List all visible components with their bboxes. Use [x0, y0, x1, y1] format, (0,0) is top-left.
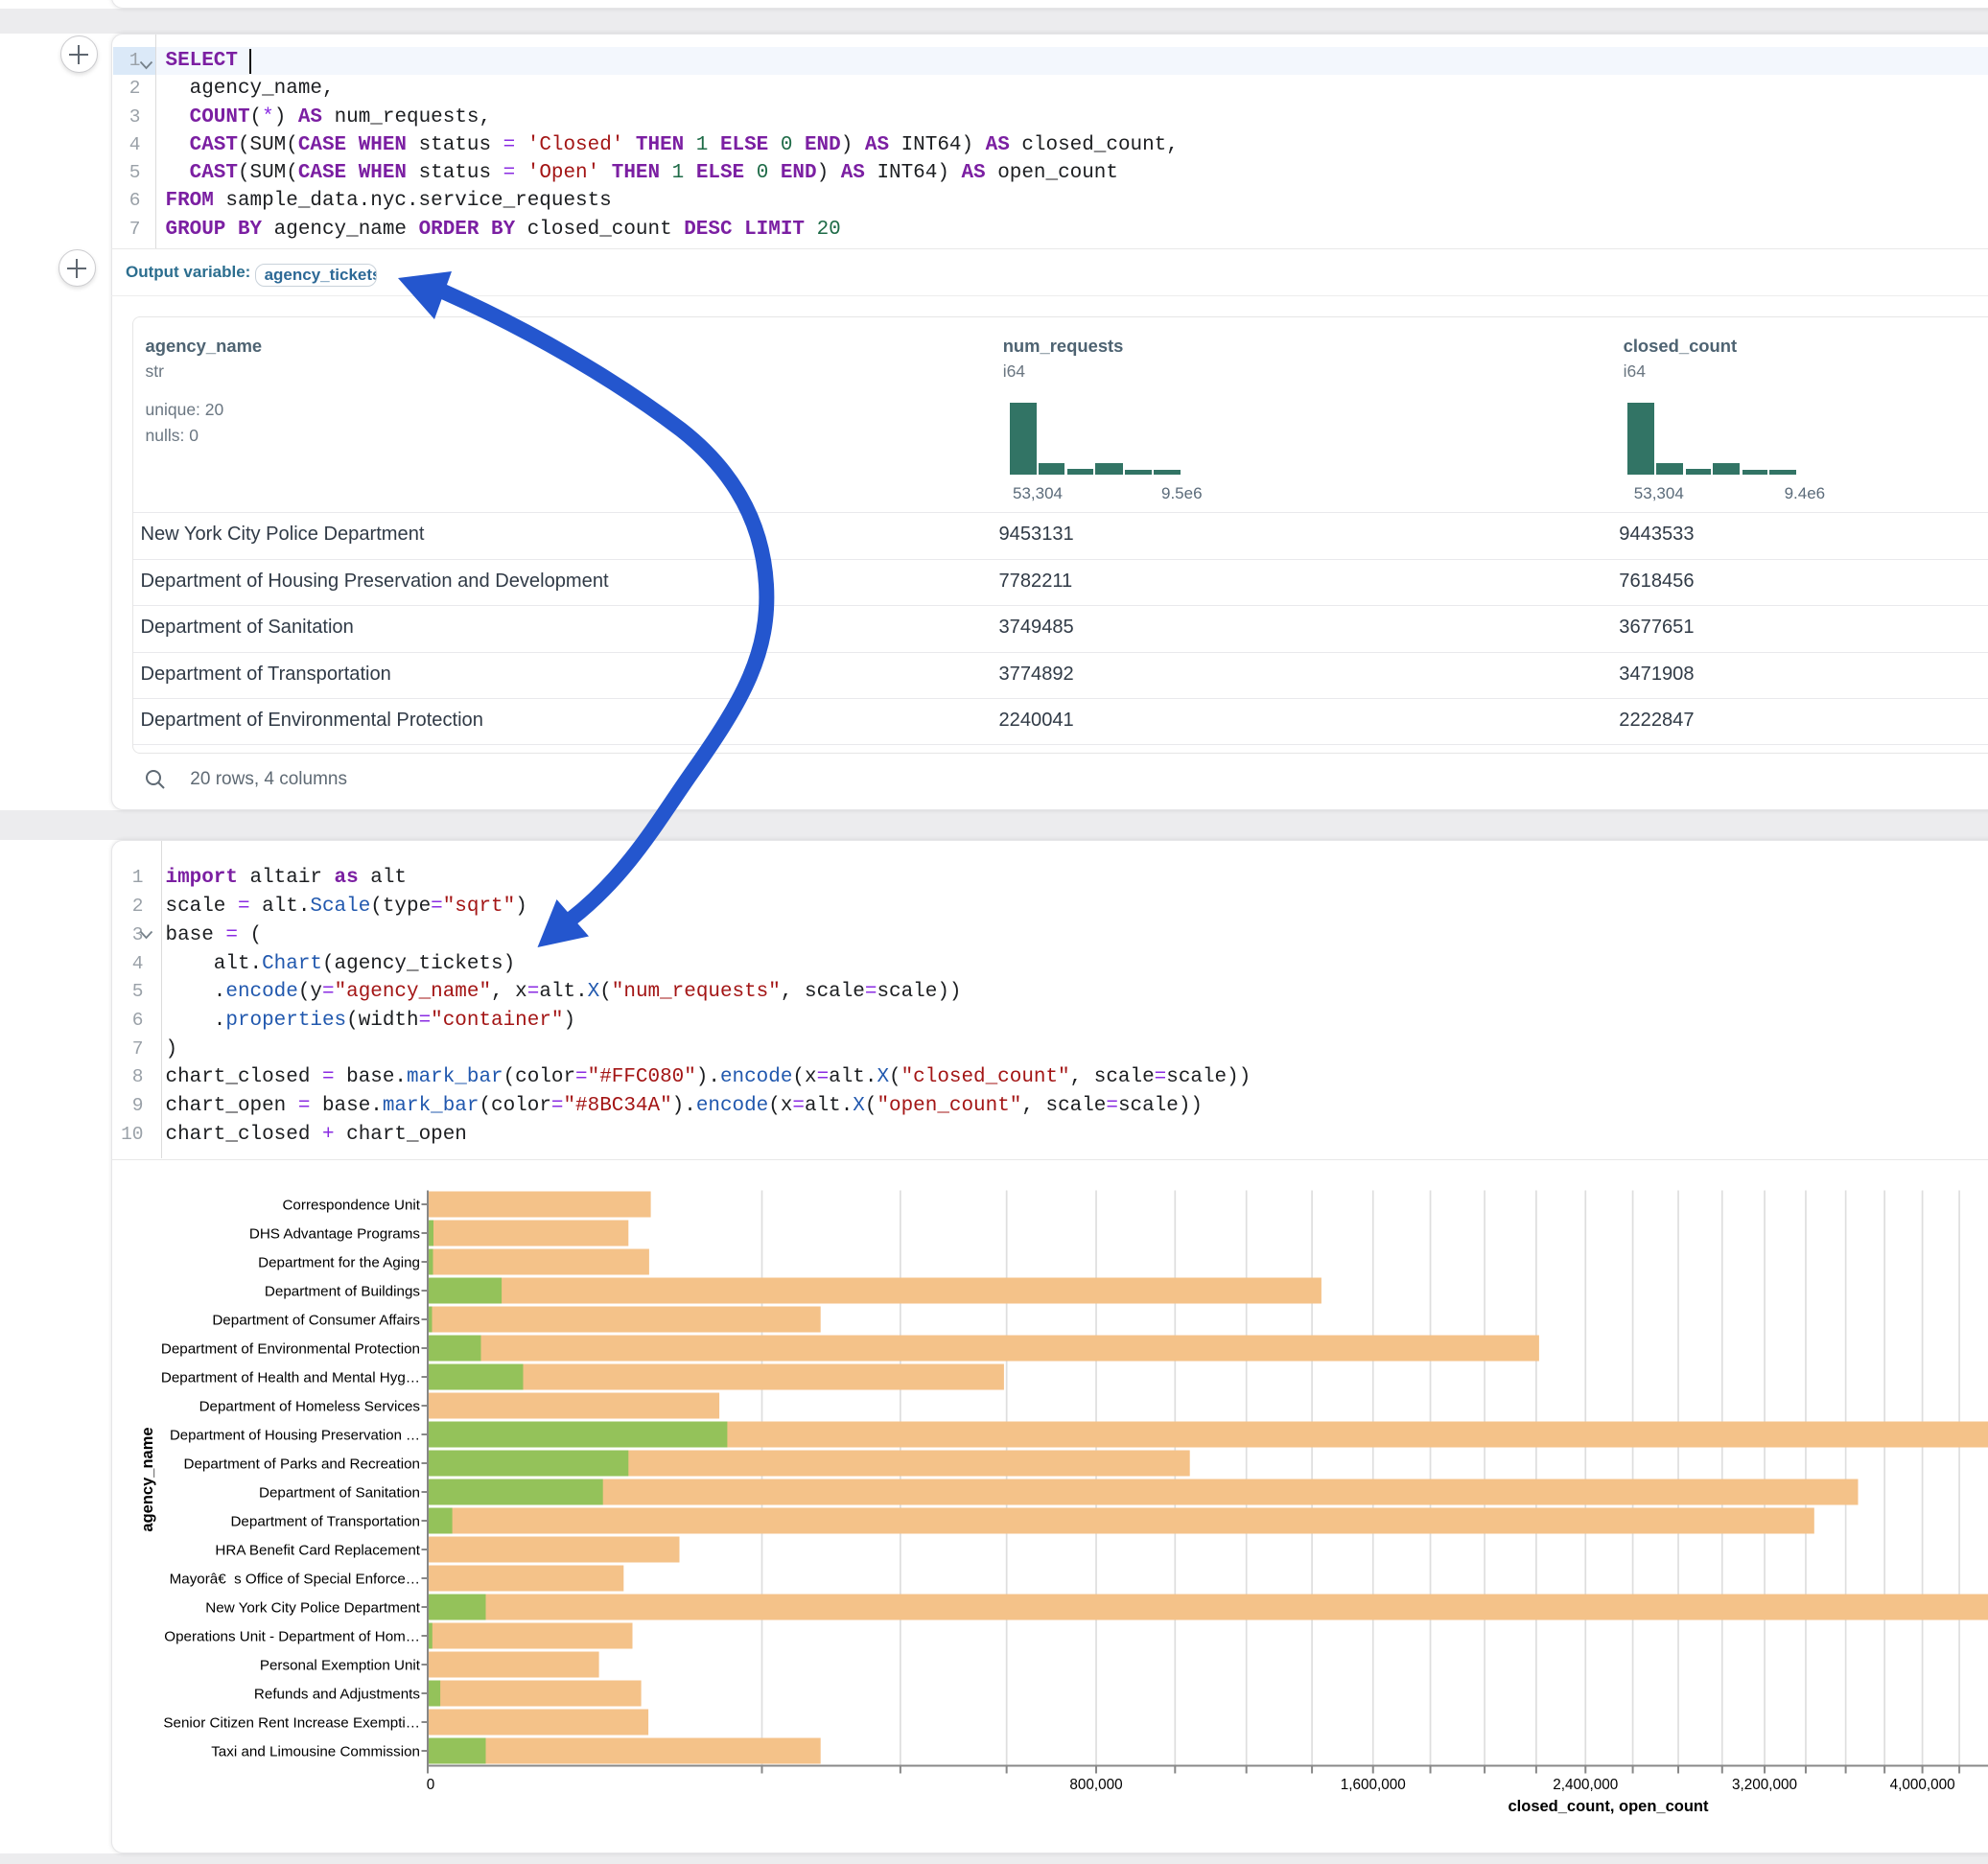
svg-text:Taxi and Limousine Commission: Taxi and Limousine Commission: [211, 1744, 420, 1760]
svg-text:Department of Parks and Recrea: Department of Parks and Recreation: [183, 1456, 420, 1473]
svg-text:New York City Police Departmen: New York City Police Department: [205, 1600, 420, 1617]
svg-text:1,600,000: 1,600,000: [1341, 1777, 1406, 1793]
svg-text:Department of Environmental Pr: Department of Environmental Protection: [161, 1341, 420, 1358]
svg-text:Department of Health and Menta: Department of Health and Mental Hyg…: [161, 1370, 420, 1386]
svg-text:Department of Homeless Service: Department of Homeless Services: [199, 1399, 421, 1415]
svg-text:Operations Unit - Department o: Operations Unit - Department of Hom…: [164, 1629, 420, 1645]
svg-text:Department of Housing Preserva: Department of Housing Preservation …: [170, 1428, 420, 1444]
svg-text:4,000,000: 4,000,000: [1890, 1777, 1955, 1793]
svg-text:Department of Consumer Affairs: Department of Consumer Affairs: [212, 1313, 420, 1329]
svg-text:closed_count, open_count: closed_count, open_count: [1508, 1798, 1709, 1815]
svg-text:Mayorâ€ s Office of Special E: Mayorâ€ s Office of Special Enforce…: [170, 1572, 420, 1588]
svg-text:Department of Transportation: Department of Transportation: [230, 1514, 420, 1530]
svg-text:Senior Citizen Rent Increase E: Senior Citizen Rent Increase Exempti…: [163, 1715, 420, 1732]
svg-text:agency_name: agency_name: [139, 1427, 156, 1531]
svg-text:800,000: 800,000: [1069, 1777, 1122, 1793]
svg-text:Personal Exemption Unit: Personal Exemption Unit: [260, 1658, 421, 1674]
svg-text:Department for the Aging: Department for the Aging: [258, 1255, 420, 1271]
svg-text:2,400,000: 2,400,000: [1553, 1777, 1618, 1793]
svg-text:Department of Buildings: Department of Buildings: [265, 1284, 420, 1300]
svg-text:HRA Benefit Card Replacement: HRA Benefit Card Replacement: [215, 1543, 420, 1559]
svg-text:Department of Sanitation: Department of Sanitation: [259, 1485, 420, 1502]
svg-text:Correspondence Unit: Correspondence Unit: [282, 1198, 420, 1214]
svg-text:Refunds and Adjustments: Refunds and Adjustments: [254, 1687, 420, 1703]
svg-text:0: 0: [427, 1777, 435, 1793]
svg-text:DHS Advantage Programs: DHS Advantage Programs: [249, 1226, 421, 1243]
svg-text:3,200,000: 3,200,000: [1732, 1777, 1797, 1793]
